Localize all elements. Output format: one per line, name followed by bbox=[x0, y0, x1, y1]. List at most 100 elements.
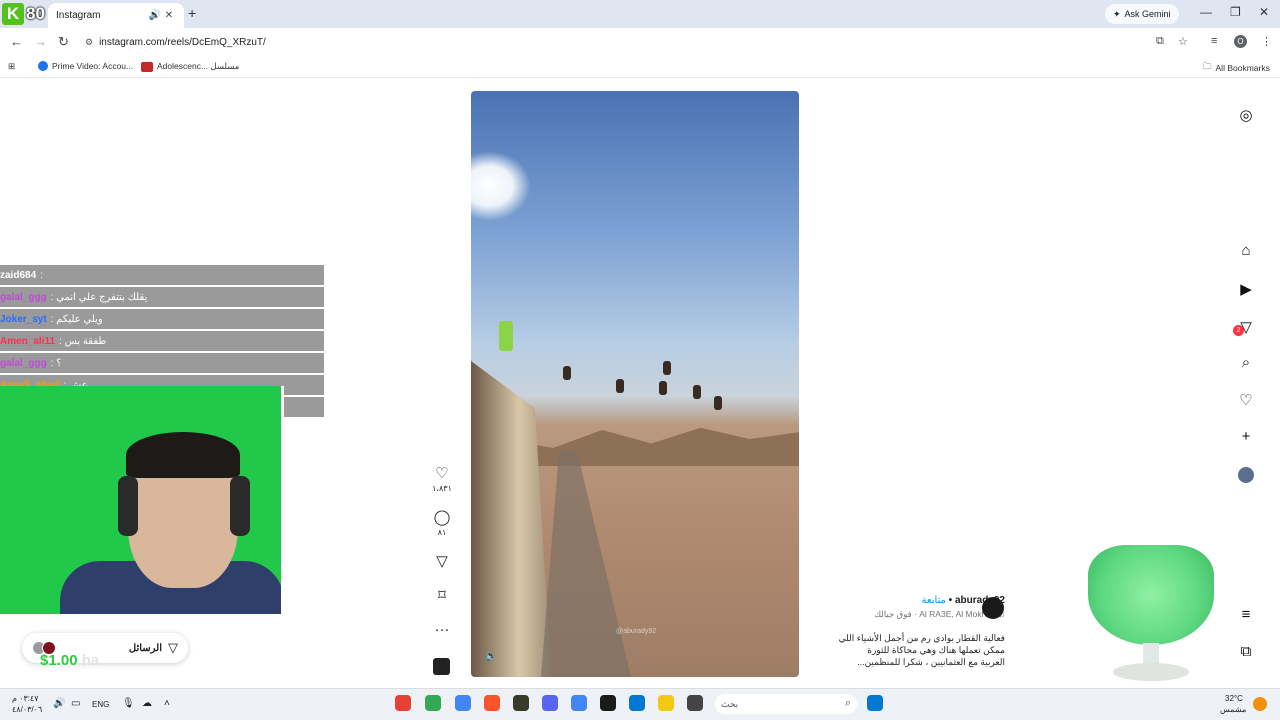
app-icon[interactable] bbox=[513, 695, 529, 711]
media-control-icon[interactable]: ≡ bbox=[1211, 35, 1217, 47]
streamer-hair bbox=[126, 432, 240, 478]
profile-avatar[interactable]: O bbox=[1234, 35, 1247, 48]
volume-icon[interactable]: 🔊 bbox=[53, 698, 65, 709]
profile-icon[interactable] bbox=[1238, 467, 1254, 483]
bookmark-label: Prime Video: Accou... bbox=[52, 61, 134, 71]
comment-button[interactable]: ◯ ٨١ bbox=[427, 510, 457, 538]
chrome-active-icon[interactable] bbox=[571, 695, 587, 711]
chrome-app-icon[interactable] bbox=[455, 695, 471, 711]
webcam-feed bbox=[0, 386, 284, 614]
close-tab-icon[interactable]: ✕ bbox=[162, 10, 176, 21]
prime-video-icon bbox=[38, 61, 48, 71]
more-options-button[interactable]: ··· bbox=[427, 622, 457, 638]
weather-condition[interactable]: مشمس bbox=[1220, 705, 1246, 714]
close-window-icon[interactable]: ✕ bbox=[1259, 5, 1269, 19]
url-text: instagram.com/reels/DcEmQ_XRzuT/ bbox=[99, 36, 266, 48]
bookmarks-bar: ⊞ Prime Video: Accou... Adolescenc... مس… bbox=[0, 56, 1280, 78]
clock-time[interactable]: ٠٣:٤٧ م bbox=[12, 694, 39, 703]
language-indicator[interactable]: ENG bbox=[92, 700, 109, 709]
tab-instagram[interactable]: Instagram 🔊 ✕ bbox=[48, 3, 184, 28]
app-icon[interactable] bbox=[600, 695, 616, 711]
more-icon: ··· bbox=[434, 621, 450, 638]
stream-logo-number: 80 bbox=[26, 4, 45, 23]
horse-rider bbox=[714, 396, 722, 410]
store-icon[interactable] bbox=[629, 695, 645, 711]
audio-title: Al RA3E, Al Mokhtar · فوق جبالك bbox=[874, 609, 997, 619]
chrome-app-icon[interactable] bbox=[395, 695, 411, 711]
person-figure bbox=[499, 321, 513, 351]
ask-gemini-button[interactable]: ✦ Ask Gemini bbox=[1105, 4, 1179, 24]
site-info-icon[interactable]: ⚙ bbox=[85, 37, 93, 48]
cup-base bbox=[1113, 663, 1189, 681]
author-avatar[interactable] bbox=[982, 597, 1004, 619]
file-explorer-icon[interactable] bbox=[658, 695, 674, 711]
chevron-up-icon[interactable]: ˄ bbox=[164, 698, 170, 709]
messages-label: الرسائل bbox=[128, 642, 162, 654]
all-bookmarks[interactable]: 🗀 All Bookmarks bbox=[1203, 61, 1270, 75]
save-button[interactable]: ⌑ bbox=[427, 588, 457, 604]
chat-message: galal_ggg : ؟ bbox=[0, 353, 324, 373]
audio-thumbnail[interactable] bbox=[433, 658, 450, 675]
chat-user: galal_ggg bbox=[0, 357, 47, 369]
back-icon[interactable]: ← bbox=[10, 34, 23, 49]
clock-date[interactable]: ٤٨/٠٣/٠٦ bbox=[12, 705, 42, 714]
bookmark-prime-video[interactable]: Prime Video: Accou... bbox=[38, 61, 133, 71]
brave-icon[interactable] bbox=[484, 695, 500, 711]
ask-gemini-label: Ask Gemini bbox=[1124, 9, 1171, 19]
reels-icon[interactable]: ▶ bbox=[1236, 280, 1256, 298]
headset-left bbox=[118, 476, 138, 536]
browser-menu-icon[interactable]: ⋮ bbox=[1261, 35, 1272, 48]
headset-right bbox=[230, 476, 250, 536]
temperature[interactable]: 32°C bbox=[1225, 694, 1243, 703]
horse-rider bbox=[693, 385, 701, 399]
caption-line: فعالية القطار بوادي رم من أجمل الأشياء ا… bbox=[838, 633, 1005, 643]
horse-rider bbox=[563, 366, 571, 380]
discord-icon[interactable] bbox=[542, 695, 558, 711]
reel-video[interactable]: @aburady92 🔈 bbox=[471, 91, 799, 677]
video-watermark: @aburady92 bbox=[616, 628, 657, 635]
share-button[interactable]: ▽ bbox=[427, 554, 457, 570]
sun-weather-icon[interactable] bbox=[1253, 697, 1267, 711]
chat-text: : طفقة بس bbox=[59, 335, 107, 347]
chat-user: galal_ggg bbox=[0, 291, 47, 303]
network-icon[interactable]: ▭ bbox=[71, 698, 80, 709]
new-tab-button[interactable]: + bbox=[188, 5, 196, 21]
cup-stem bbox=[1143, 643, 1159, 665]
mute-icon[interactable]: 🔈 bbox=[485, 651, 497, 662]
apps-grid-icon[interactable]: ⊞ bbox=[8, 61, 15, 72]
instagram-logo-icon[interactable]: ◎ bbox=[1236, 106, 1256, 124]
windows-start-icon[interactable] bbox=[867, 695, 883, 711]
install-app-icon[interactable]: ⧉ bbox=[1156, 35, 1164, 48]
bookmark-star-icon[interactable]: ☆ bbox=[1178, 35, 1188, 48]
onedrive-icon[interactable]: ☁ bbox=[142, 698, 152, 709]
create-plus-icon[interactable]: + bbox=[1236, 428, 1256, 445]
terminal-icon[interactable] bbox=[687, 695, 703, 711]
chat-text: : ويلي عليكم bbox=[50, 313, 103, 325]
speaker-icon[interactable]: 🔊 bbox=[148, 10, 162, 21]
follow-button[interactable]: متابعة bbox=[922, 595, 946, 606]
comment-count: ٨١ bbox=[437, 528, 447, 537]
all-bookmarks-label: All Bookmarks bbox=[1215, 63, 1270, 73]
also-from-meta-icon[interactable]: ⧉ bbox=[1236, 643, 1256, 660]
cloud bbox=[471, 151, 531, 221]
k-cup-graphic bbox=[1088, 545, 1214, 685]
minimize-icon[interactable]: — bbox=[1200, 5, 1212, 19]
forward-icon[interactable]: → bbox=[34, 34, 47, 49]
restore-icon[interactable]: ❐ bbox=[1230, 5, 1241, 19]
taskbar-search[interactable]: بحث ⌕ bbox=[715, 694, 857, 714]
chat-message: Amen_ali11 : طفقة بس bbox=[0, 331, 324, 351]
menu-hamburger-icon[interactable]: ≡ bbox=[1236, 606, 1256, 623]
chat-text: : bbox=[40, 269, 43, 281]
chrome-app-icon[interactable] bbox=[425, 695, 441, 711]
microphone-icon[interactable]: 🎙 bbox=[122, 698, 135, 709]
send-icon: ▽ bbox=[436, 553, 448, 570]
url-field[interactable]: ⚙ instagram.com/reels/DcEmQ_XRzuT/ bbox=[85, 33, 266, 51]
home-icon[interactable]: ⌂ bbox=[1236, 242, 1256, 259]
like-button[interactable]: ♡ ١،٨٣١ bbox=[427, 466, 457, 494]
bookmark-adolescence[interactable]: Adolescenc... مسلسل bbox=[141, 61, 239, 72]
horse-rider bbox=[616, 379, 624, 393]
search-icon[interactable]: ⌕ bbox=[1236, 354, 1256, 371]
notifications-heart-icon[interactable]: ♡ bbox=[1236, 391, 1256, 409]
chat-message: zaid684 : bbox=[0, 265, 324, 285]
reload-icon[interactable]: ↻ bbox=[58, 34, 69, 50]
